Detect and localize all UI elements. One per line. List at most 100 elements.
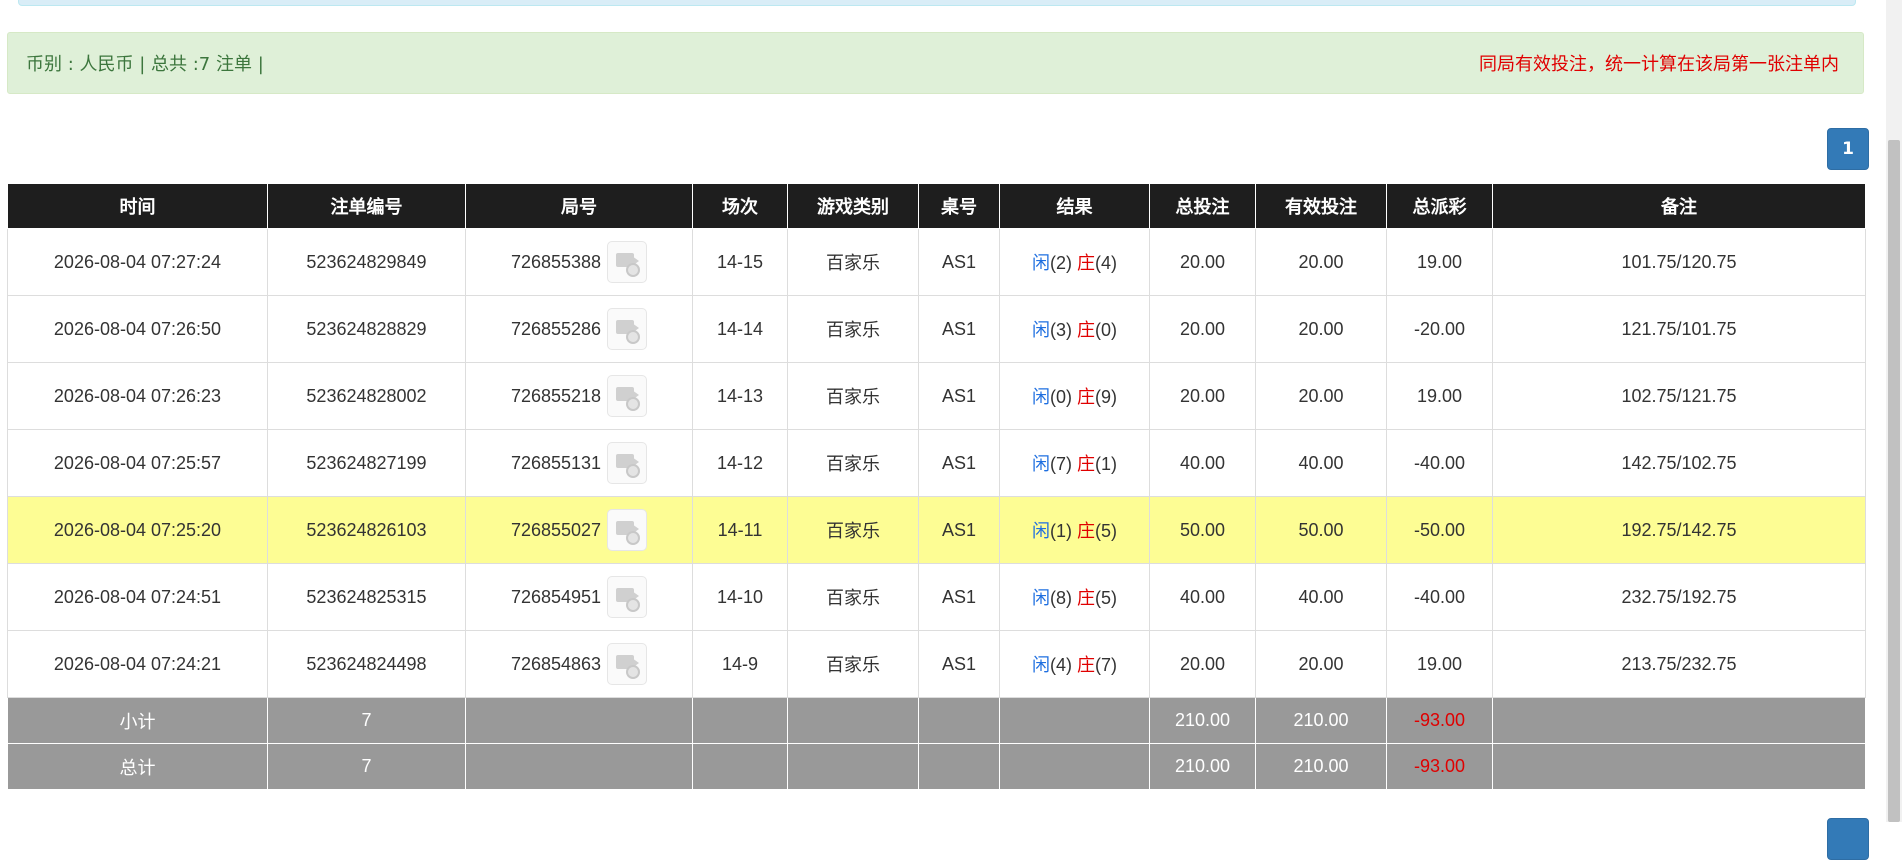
table-row: 2026-08-04 07:25:57 523624827199 726855131…: [7, 429, 1866, 497]
banker-label: 庄: [1077, 655, 1095, 675]
cell-payout: 19.00: [1386, 362, 1493, 430]
cell-result: 闲(1) 庄(5): [999, 496, 1150, 564]
header-result: 结果: [999, 184, 1150, 229]
video-replay-icon[interactable]: [607, 442, 648, 484]
round-number: 726854863: [510, 653, 602, 674]
cell-total-bet: 50.00: [1149, 496, 1256, 564]
video-replay-icon[interactable]: [607, 643, 648, 685]
video-replay-icon[interactable]: [607, 308, 648, 350]
video-replay-icon[interactable]: [607, 241, 648, 283]
cell-payout: -20.00: [1386, 295, 1493, 363]
player-label: 闲: [1031, 320, 1050, 340]
player-score: (8): [1049, 588, 1072, 608]
cell-valid-bet: 20.00: [1255, 295, 1387, 363]
player-label: 闲: [1031, 655, 1050, 675]
banker-score: (5): [1095, 521, 1117, 541]
cell-round: 726855131: [465, 429, 693, 497]
cell-total-bet: 20.00: [1149, 295, 1256, 363]
banker-label: 庄: [1077, 521, 1095, 541]
cell-remark: 213.75/232.75: [1492, 630, 1866, 698]
subtotal-valid-bet: 210.00: [1255, 697, 1387, 744]
banker-label: 庄: [1077, 320, 1095, 340]
cell-game: 百家乐: [787, 228, 919, 296]
cell-session: 14-11: [692, 496, 788, 564]
subtotal-label: 小计: [7, 697, 268, 744]
cell-time: 2026-08-04 07:26:23: [7, 362, 268, 430]
pagination-page-1[interactable]: 1: [1827, 128, 1869, 170]
cell-valid-bet: 40.00: [1255, 429, 1387, 497]
header-total-bet: 总投注: [1149, 184, 1256, 229]
pagination-bottom[interactable]: [1827, 818, 1869, 860]
cell-total-bet: 20.00: [1149, 362, 1256, 430]
round-number: 726855131: [510, 452, 602, 473]
cell-remark: 101.75/120.75: [1492, 228, 1866, 296]
cell-bet-no: 523624829849: [267, 228, 466, 296]
banker-label: 庄: [1077, 588, 1095, 608]
cell-bet-no: 523624828002: [267, 362, 466, 430]
round-number: 726855027: [510, 519, 602, 540]
video-replay-icon[interactable]: [607, 576, 648, 618]
table-row: 2026-08-04 07:26:23 523624828002 726855218…: [7, 362, 1866, 430]
video-replay-icon[interactable]: [607, 375, 648, 417]
cell-remark: 192.75/142.75: [1492, 496, 1866, 564]
cell-result: 闲(7) 庄(1): [999, 429, 1150, 497]
cell-payout: 19.00: [1386, 630, 1493, 698]
player-label: 闲: [1031, 454, 1050, 474]
cell-session: 14-13: [692, 362, 788, 430]
round-number: 726855388: [510, 251, 602, 272]
cell-time: 2026-08-04 07:26:50: [7, 295, 268, 363]
banker-label: 庄: [1077, 253, 1095, 273]
banker-label: 庄: [1077, 454, 1095, 474]
cell-game: 百家乐: [787, 362, 919, 430]
info-alert: [18, 0, 1856, 6]
header-time: 时间: [7, 184, 268, 229]
cell-bet-no: 523624827199: [267, 429, 466, 497]
grand-total-payout: -93.00: [1386, 743, 1493, 790]
banker-score: (7): [1095, 655, 1117, 675]
header-valid-bet: 有效投注: [1255, 184, 1387, 229]
banker-label: 庄: [1077, 387, 1095, 407]
player-score: (0): [1049, 387, 1072, 407]
round-number: 726855286: [510, 318, 602, 339]
scrollbar-thumb[interactable]: [1888, 140, 1900, 822]
player-label: 闲: [1031, 521, 1050, 541]
header-remark: 备注: [1492, 184, 1866, 229]
cell-table: AS1: [918, 429, 1000, 497]
bet-notice: 同局有效投注，统一计算在该局第一张注单内: [1479, 54, 1839, 75]
banker-score: (0): [1095, 320, 1117, 340]
player-label: 闲: [1031, 387, 1050, 407]
video-replay-icon[interactable]: [607, 509, 648, 551]
header-table-no: 桌号: [918, 184, 1000, 229]
cell-game: 百家乐: [787, 429, 919, 497]
cell-bet-no: 523624825315: [267, 563, 466, 631]
cell-bet-no: 523624824498: [267, 630, 466, 698]
player-label: 闲: [1031, 253, 1050, 273]
round-number: 726855218: [510, 385, 602, 406]
header-payout: 总派彩: [1386, 184, 1493, 229]
subtotal-count: 7: [267, 697, 466, 744]
summary-bar: 币别 : 人民币 | 总共 :7 注单 | 同局有效投注，统一计算在该局第一张注…: [7, 32, 1864, 94]
cell-session: 14-15: [692, 228, 788, 296]
cell-time: 2026-08-04 07:25:57: [7, 429, 268, 497]
cell-game: 百家乐: [787, 630, 919, 698]
banker-score: (9): [1095, 387, 1117, 407]
cell-total-bet: 40.00: [1149, 429, 1256, 497]
player-score: (4): [1049, 655, 1072, 675]
subtotal-total-bet: 210.00: [1149, 697, 1256, 744]
cell-session: 14-12: [692, 429, 788, 497]
cell-game: 百家乐: [787, 496, 919, 564]
table-row: 2026-08-04 07:24:21 523624824498 726854863…: [7, 630, 1866, 698]
cell-table: AS1: [918, 496, 1000, 564]
cell-table: AS1: [918, 295, 1000, 363]
cell-valid-bet: 20.00: [1255, 630, 1387, 698]
cell-time: 2026-08-04 07:24:51: [7, 563, 268, 631]
player-score: (2): [1049, 253, 1072, 273]
cell-valid-bet: 50.00: [1255, 496, 1387, 564]
cell-session: 14-9: [692, 630, 788, 698]
player-score: (7): [1049, 454, 1072, 474]
vertical-scrollbar[interactable]: [1886, 0, 1902, 822]
cell-result: 闲(4) 庄(7): [999, 630, 1150, 698]
table-header-row: 时间 注单编号 局号 场次 游戏类别 桌号 结果 总投注 有效投注 总派彩 备注: [7, 184, 1866, 229]
table-row: 2026-08-04 07:27:24 523624829849 726855388…: [7, 228, 1866, 296]
cell-time: 2026-08-04 07:24:21: [7, 630, 268, 698]
